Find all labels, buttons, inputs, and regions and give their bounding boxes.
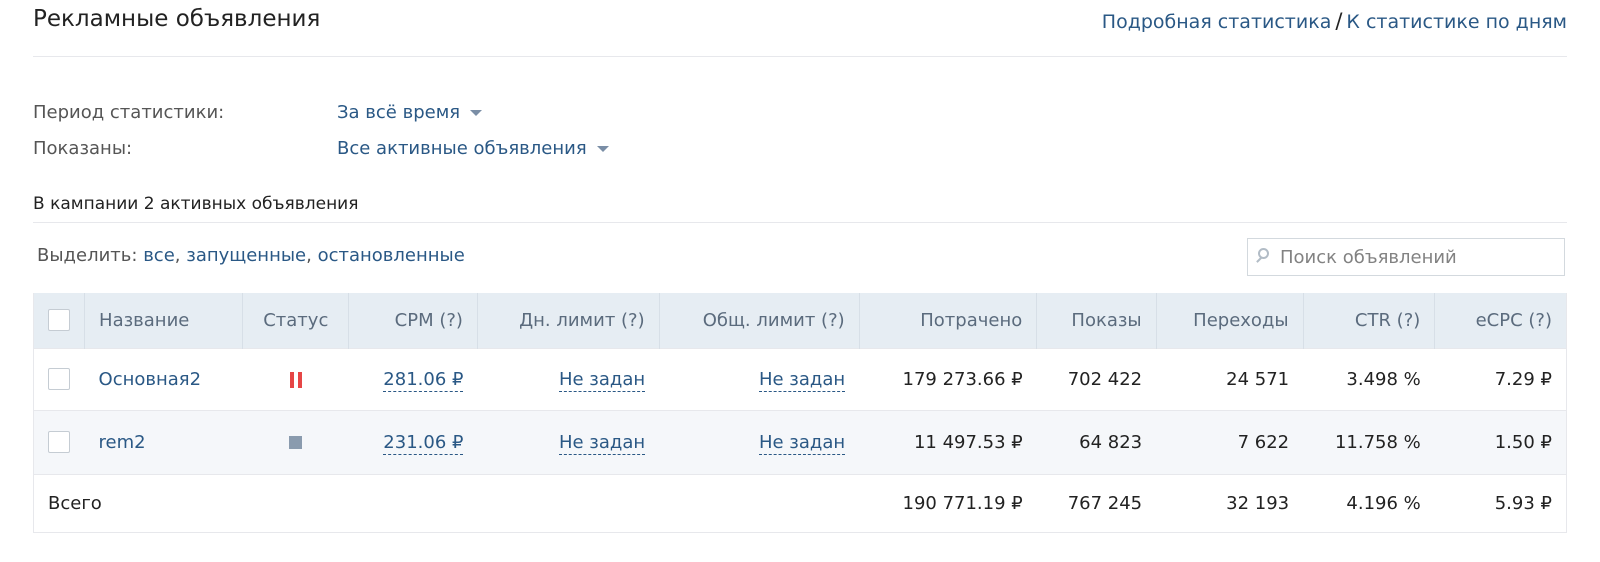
- col-cpm[interactable]: CPM (?): [348, 293, 478, 348]
- comma: ,: [174, 245, 181, 266]
- daily-limit-value[interactable]: Не задан: [558, 368, 646, 392]
- status-cell: [242, 409, 349, 474]
- total-row: Всего 190 771.19 ₽ 767 245 32 193 4.196 …: [33, 473, 1567, 533]
- row-checkbox-cell: [33, 347, 85, 410]
- clicks-cell: 24 571: [1156, 347, 1304, 410]
- total-spent-cell: 190 771.19 ₽: [859, 473, 1037, 533]
- total-label: Всего: [33, 473, 243, 533]
- daily-limit-cell: Не задан: [477, 409, 660, 474]
- shown-dropdown[interactable]: Все активные объявления: [337, 138, 609, 159]
- period-label: Период статистики:: [33, 102, 225, 123]
- total-clicks-cell: 32 193: [1156, 473, 1304, 533]
- select-all-checkbox-cell: [33, 293, 86, 348]
- ecpc-cell: 7.29 ₽: [1434, 347, 1567, 410]
- daily-limit-cell: Не задан: [477, 347, 660, 410]
- row-checkbox[interactable]: [48, 368, 71, 390]
- total-ctr-cell: 4.196 %: [1303, 473, 1435, 533]
- empty-cell: [242, 473, 349, 533]
- select-all-checkbox[interactable]: [48, 309, 71, 332]
- ctr-cell: 3.498 %: [1303, 347, 1435, 410]
- stop-icon[interactable]: [289, 436, 303, 449]
- cpm-value[interactable]: 281.06 ₽: [383, 368, 464, 392]
- select-stopped-link[interactable]: остановленные: [318, 245, 465, 266]
- comma: ,: [306, 245, 312, 266]
- col-ctr[interactable]: CTR (?): [1303, 293, 1436, 348]
- ads-table: Название Статус CPM (?) Дн. лимит (?) Об…: [33, 293, 1567, 533]
- empty-cell: [348, 473, 478, 533]
- col-daily-limit[interactable]: Дн. лимит (?): [477, 293, 660, 348]
- col-ecpc[interactable]: eCPC (?): [1435, 293, 1567, 348]
- table-row: rem2 231.06 ₽ Не задан Не задан 11 497.5…: [33, 409, 1567, 474]
- ads-page: Рекламные объявления Подробная статистик…: [0, 0, 1600, 562]
- total-limit-value[interactable]: Не задан: [758, 368, 846, 392]
- table-header-row: Название Статус CPM (?) Дн. лимит (?) Об…: [33, 293, 1567, 348]
- impressions-cell: 64 823: [1036, 409, 1157, 474]
- links-separator: /: [1335, 9, 1343, 33]
- ad-name-link[interactable]: Основная2: [99, 369, 202, 390]
- ad-name-cell: Основная2: [84, 347, 243, 410]
- row-checkbox-cell: [33, 409, 85, 474]
- cpm-value[interactable]: 231.06 ₽: [383, 431, 464, 455]
- total-limit-value[interactable]: Не задан: [758, 431, 846, 455]
- shown-label: Показаны:: [33, 138, 133, 159]
- row-checkbox[interactable]: [48, 431, 71, 453]
- clicks-cell: 7 622: [1156, 409, 1304, 474]
- col-name[interactable]: Название: [84, 293, 244, 348]
- period-value: За всё время: [337, 102, 461, 123]
- total-ecpc-cell: 5.93 ₽: [1434, 473, 1567, 533]
- col-status[interactable]: Статус: [242, 293, 350, 348]
- ctr-cell: 11.758 %: [1303, 409, 1435, 474]
- divider: [33, 222, 1567, 223]
- ad-name-link[interactable]: rem2: [99, 432, 146, 453]
- period-dropdown[interactable]: За всё время: [337, 102, 483, 123]
- search-input[interactable]: [1280, 239, 1558, 275]
- pause-icon[interactable]: [289, 371, 302, 388]
- shown-value: Все активные объявления: [337, 138, 587, 159]
- top-links: Подробная статистика / К статистике по дня…: [1102, 9, 1567, 33]
- detailed-stats-link[interactable]: Подробная статистика: [1102, 11, 1332, 33]
- campaign-summary: В кампании 2 активных объявления: [33, 194, 359, 214]
- chevron-down-icon: [470, 110, 483, 116]
- select-all-link[interactable]: все: [143, 245, 175, 266]
- total-limit-cell: Не задан: [659, 347, 860, 410]
- col-clicks[interactable]: Переходы: [1156, 293, 1304, 348]
- total-limit-cell: Не задан: [659, 409, 860, 474]
- divider: [33, 56, 1567, 57]
- daily-limit-value[interactable]: Не задан: [558, 431, 646, 455]
- ad-name-cell: rem2: [84, 409, 243, 474]
- select-row: Выделить: все, запущенные, остановленные: [37, 245, 465, 266]
- col-impressions[interactable]: Показы: [1036, 293, 1157, 348]
- empty-cell: [477, 473, 660, 533]
- spent-cell: 179 273.66 ₽: [859, 347, 1037, 410]
- status-cell: [242, 347, 349, 410]
- ecpc-cell: 1.50 ₽: [1434, 409, 1567, 474]
- chevron-down-icon: [596, 146, 609, 152]
- col-spent[interactable]: Потрачено: [859, 293, 1038, 348]
- search-icon: [1258, 248, 1269, 259]
- cpm-cell: 281.06 ₽: [348, 347, 478, 410]
- spent-cell: 11 497.53 ₽: [859, 409, 1037, 474]
- col-total-limit[interactable]: Общ. лимит (?): [659, 293, 860, 348]
- search-box: [1247, 238, 1565, 276]
- select-label: Выделить:: [37, 245, 138, 266]
- empty-cell: [659, 473, 860, 533]
- total-impressions-cell: 767 245: [1036, 473, 1157, 533]
- cpm-cell: 231.06 ₽: [348, 409, 478, 474]
- page-title: Рекламные объявления: [33, 6, 321, 32]
- table-row: Основная2 281.06 ₽ Не задан Не задан 179…: [33, 347, 1567, 410]
- daily-stats-link[interactable]: К статистике по дням: [1346, 11, 1567, 33]
- impressions-cell: 702 422: [1036, 347, 1157, 410]
- select-running-link[interactable]: запущенные: [186, 245, 306, 266]
